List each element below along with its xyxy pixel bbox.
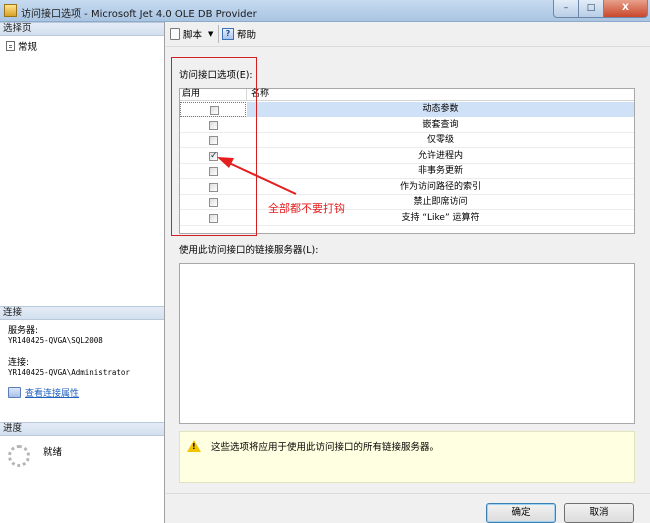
annotation-text: 全部都不要打钩 <box>268 202 345 215</box>
provider-options-dialog: 访问接口选项 - Microsoft Jet 4.0 OLE DB Provid… <box>0 0 650 523</box>
annotation-arrow-icon <box>217 157 297 195</box>
